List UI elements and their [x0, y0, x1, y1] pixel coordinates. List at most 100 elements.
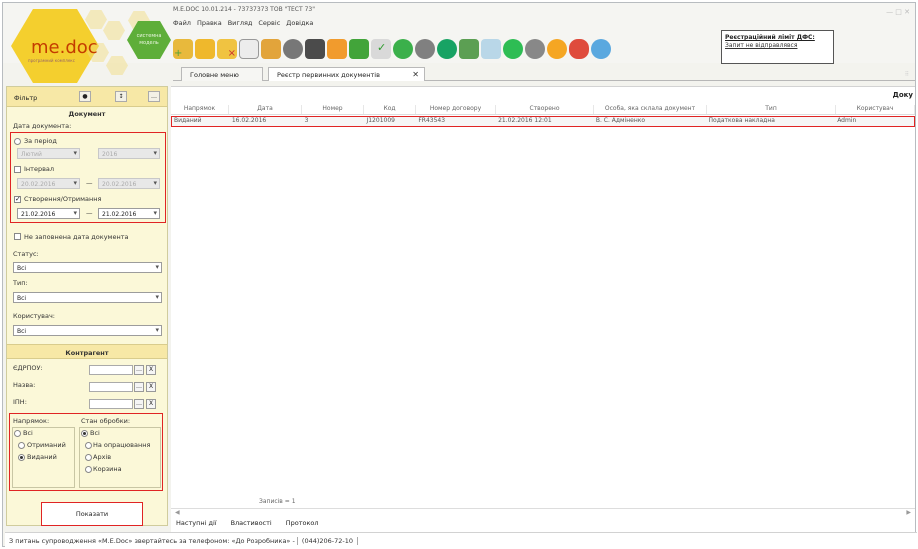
info-icon[interactable] [591, 39, 611, 59]
edrpou-clear-button[interactable]: X [146, 365, 156, 375]
cell-created: 21.02.2016 12:01 [498, 117, 552, 124]
tab-primary-documents[interactable]: Реєстр первинних документів ✕ [268, 67, 425, 81]
notice-title: Реєстраційний ліміт ДФС: [725, 34, 815, 41]
column-header-type[interactable]: Тип [707, 105, 836, 114]
menu-help[interactable]: Довідка [286, 19, 313, 31]
support-phone: (044)206-72-10 [296, 537, 359, 545]
edrpou-field[interactable] [89, 365, 133, 375]
network-icon[interactable] [415, 39, 435, 59]
new-document-icon[interactable]: + [173, 39, 193, 59]
filter-header: Фільтр ● ↕ … [7, 87, 167, 107]
column-header-contract-number[interactable]: Номер договору [416, 105, 496, 114]
status-bar: З питань супроводження «M.E.Doc» звертай… [5, 532, 917, 548]
document-upload-icon[interactable]: × [217, 39, 237, 59]
interval-from-field[interactable]: 20.02.2016 [17, 178, 80, 189]
document-date-label: Дата документа: [13, 122, 72, 130]
edrpou-browse-button[interactable]: … [134, 365, 144, 375]
window-controls[interactable]: — □ ✕ [886, 8, 910, 16]
grid-header: Напрямок Дата Номер Код Номер договору С… [171, 105, 915, 115]
horizontal-scrollbar[interactable]: ◀ ▶ [171, 508, 915, 516]
period-radio[interactable] [14, 138, 21, 145]
archive-icon[interactable] [327, 39, 347, 59]
print-icon[interactable] [305, 39, 325, 59]
direction-issued-radio[interactable] [18, 454, 25, 461]
gear-icon[interactable] [525, 39, 545, 59]
menu-edit[interactable]: Правка [197, 19, 222, 31]
processing-all-radio[interactable] [81, 430, 88, 437]
spreadsheet-icon[interactable] [239, 39, 259, 59]
processing-all-label: Всі [90, 429, 100, 437]
refresh-icon[interactable] [393, 39, 413, 59]
menu-view[interactable]: Вигляд [228, 19, 253, 31]
scroll-left-icon[interactable]: ◀ [175, 509, 180, 516]
tab-properties[interactable]: Властивості [231, 519, 272, 531]
period-month-select[interactable]: Лютий [17, 148, 80, 159]
chat-icon[interactable] [569, 39, 589, 59]
direction-all-radio[interactable] [14, 430, 21, 437]
created-to-field[interactable]: 21.02.2016 [98, 208, 160, 219]
menu-service[interactable]: Сервіс [258, 19, 280, 31]
filter-more-button[interactable]: … [148, 91, 160, 102]
document-section-title: Документ [68, 110, 106, 118]
interval-label: Інтервал [24, 165, 55, 173]
package-icon[interactable] [261, 39, 281, 59]
type-select[interactable]: Всі [13, 292, 162, 303]
ipn-browse-button[interactable]: … [134, 399, 144, 409]
filter-clear-button[interactable]: ↕ [115, 91, 127, 102]
column-header-direction[interactable]: Напрямок [171, 105, 229, 114]
tab-overflow-icon[interactable]: ⠿ [905, 71, 909, 78]
document-list-icon[interactable] [481, 39, 501, 59]
created-checkbox[interactable]: ✓ [14, 195, 21, 203]
column-header-date[interactable]: Дата [229, 105, 302, 114]
filter-refresh-button[interactable]: ● [79, 91, 91, 102]
ipn-clear-button[interactable]: X [146, 399, 156, 409]
registration-limit-notice[interactable]: Реєстраційний ліміт ДФС: Запит не відпра… [721, 30, 834, 64]
name-clear-button[interactable]: X [146, 382, 156, 392]
processing-pending-radio[interactable] [85, 442, 92, 449]
decorative-hexagon [106, 56, 128, 75]
processing-archive-radio[interactable] [85, 454, 92, 461]
column-header-created[interactable]: Створено [496, 105, 594, 114]
name-browse-button[interactable]: … [134, 382, 144, 392]
status-select[interactable]: Всі [13, 262, 162, 273]
scroll-right-icon[interactable]: ▶ [906, 509, 911, 516]
show-button[interactable]: Показати [41, 502, 143, 526]
period-year-select[interactable]: 2016 [98, 148, 160, 159]
table-row[interactable]: Виданий 16.02.2016 3 J1201009 FR43543 21… [171, 116, 915, 127]
interval-to-field[interactable]: 20.02.2016 [98, 178, 160, 189]
settings-circle-icon[interactable] [283, 39, 303, 59]
filter-panel: Фільтр ● ↕ … Документ Дата документа: За… [6, 86, 168, 526]
open-folder-icon[interactable] [195, 39, 215, 59]
green-cube-icon[interactable] [349, 39, 369, 59]
type-label: Тип: [13, 279, 28, 287]
column-header-code[interactable]: Код [364, 105, 416, 114]
cell-type: Податкова накладна [708, 117, 775, 124]
created-label: Створення/Отримання [24, 195, 102, 203]
direction-label: Напрямок: [13, 417, 50, 425]
processing-trash-radio[interactable] [85, 466, 92, 473]
menu-file[interactable]: Файл [173, 19, 191, 31]
cell-direction: Виданий [174, 117, 202, 124]
column-header-number[interactable]: Номер [302, 105, 364, 114]
interval-checkbox[interactable] [14, 166, 21, 173]
app-window: me.doc програмний комплекс системна моде… [2, 2, 917, 548]
name-field[interactable] [89, 382, 133, 392]
molecule-icon[interactable] [459, 39, 479, 59]
tab-main-menu[interactable]: Головне меню [181, 67, 263, 81]
column-header-author[interactable]: Особа, яка склала документ [594, 105, 707, 114]
user-select[interactable]: Всі [13, 325, 162, 336]
no-date-checkbox[interactable] [14, 233, 21, 240]
close-icon[interactable]: ✕ [412, 70, 419, 79]
tab-protocol[interactable]: Протокол [286, 519, 319, 531]
ipn-field[interactable] [89, 399, 133, 409]
column-header-user[interactable]: Користувач [836, 105, 915, 114]
status-text: З питань супроводження «M.E.Doc» звертай… [9, 537, 295, 545]
help-icon[interactable] [547, 39, 567, 59]
tab-next-actions[interactable]: Наступні дії [176, 519, 217, 531]
check-document-icon[interactable]: ✓ [371, 39, 391, 59]
no-date-label: Не заповнена дата документа [24, 233, 129, 241]
send-icon[interactable] [437, 39, 457, 59]
direction-received-radio[interactable] [18, 442, 25, 449]
created-from-field[interactable]: 21.02.2016 [17, 208, 80, 219]
recycle-icon[interactable] [503, 39, 523, 59]
